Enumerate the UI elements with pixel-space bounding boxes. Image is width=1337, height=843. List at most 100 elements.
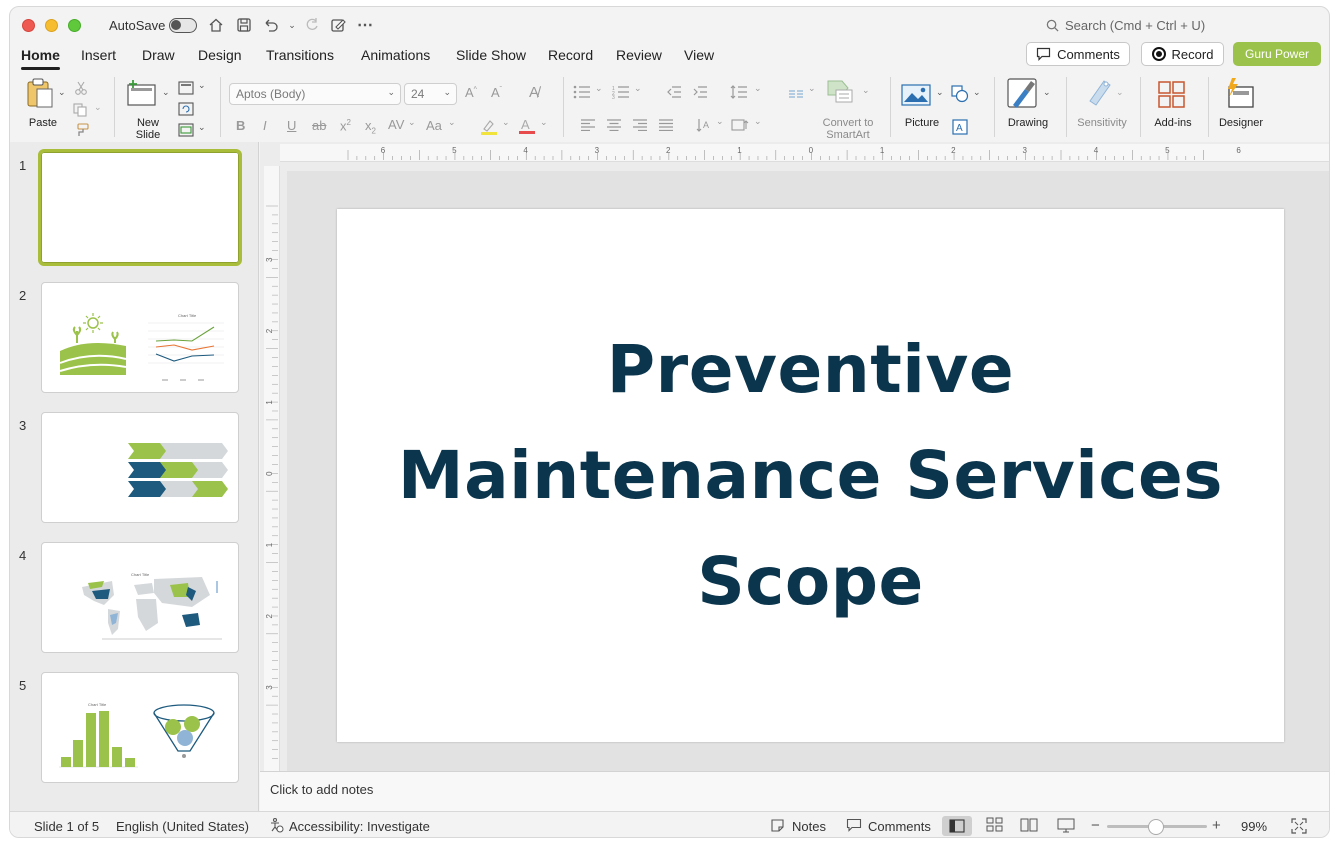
tab-insert[interactable]: Insert — [81, 47, 116, 63]
tab-view[interactable]: View — [684, 47, 714, 63]
accessibility-icon[interactable] — [268, 817, 284, 836]
customize-toolbar-icon[interactable] — [328, 15, 348, 35]
align-left-icon[interactable] — [581, 119, 595, 134]
new-slide-icon[interactable] — [126, 79, 158, 110]
character-spacing-dropdown-icon[interactable]: ⌄ — [408, 117, 416, 128]
picture-dropdown-icon[interactable]: ⌄ — [936, 87, 944, 98]
undo-dropdown-icon[interactable]: ⌄ — [282, 15, 302, 35]
highlight-dropdown-icon[interactable]: ⌄ — [502, 117, 510, 128]
line-spacing-icon[interactable] — [730, 84, 748, 103]
superscript-icon[interactable]: x2 — [340, 118, 351, 133]
convert-smartart-dropdown-icon[interactable]: ⌄ — [862, 85, 870, 96]
tab-home[interactable]: Home — [21, 47, 60, 70]
slide-thumbnail-5[interactable]: Chart Title — [41, 672, 239, 783]
align-text-dropdown-icon[interactable]: ⌄ — [754, 116, 762, 127]
undo-icon[interactable] — [261, 15, 281, 35]
text-direction-dropdown-icon[interactable]: ⌄ — [716, 116, 724, 127]
shapes-icon[interactable] — [951, 85, 969, 106]
tab-draw[interactable]: Draw — [142, 47, 175, 63]
bold-icon[interactable]: B — [236, 118, 245, 133]
subscript-icon[interactable]: x2 — [365, 118, 376, 136]
slide-sorter-icon[interactable] — [986, 817, 1004, 836]
italic-icon[interactable]: I — [263, 118, 267, 133]
notes-button[interactable]: Notes — [792, 819, 826, 834]
character-spacing-icon[interactable]: AV — [388, 117, 404, 132]
font-color-dropdown-icon[interactable]: ⌄ — [540, 117, 548, 128]
normal-view-button[interactable] — [942, 816, 972, 836]
layout-dropdown-icon[interactable]: ⌄ — [198, 80, 206, 91]
tab-animations[interactable]: Animations — [361, 47, 430, 63]
columns-icon[interactable] — [788, 87, 804, 102]
font-name-select[interactable]: Aptos (Body) ⌄ — [229, 83, 401, 105]
bullets-dropdown-icon[interactable]: ⌄ — [595, 83, 603, 94]
section-icon[interactable] — [178, 123, 194, 140]
comments-button[interactable]: Comments — [1026, 42, 1130, 66]
sensitivity-icon[interactable] — [1086, 77, 1114, 110]
paste-icon[interactable] — [25, 77, 55, 112]
slide-1[interactable]: Preventive Maintenance Services Scope — [337, 209, 1284, 742]
zoom-slider-handle[interactable] — [1148, 819, 1164, 835]
justify-icon[interactable] — [659, 119, 673, 134]
copy-dropdown-icon[interactable]: ⌄ — [94, 102, 102, 113]
add-ins-icon[interactable] — [1158, 81, 1186, 112]
numbering-icon[interactable]: 123 — [612, 85, 630, 102]
format-painter-icon[interactable] — [73, 123, 89, 140]
slide-thumbnails-panel[interactable]: 1 2 Chart Title 3 4 Chart Title 5 Chart … — [10, 142, 259, 811]
shapes-dropdown-icon[interactable]: ⌄ — [973, 87, 981, 98]
layout-icon[interactable] — [178, 81, 194, 98]
autosave-toggle[interactable] — [169, 18, 197, 33]
more-options-icon[interactable]: ⋯ — [355, 15, 375, 35]
bullets-icon[interactable] — [573, 85, 591, 102]
tab-design[interactable]: Design — [198, 47, 242, 63]
drawing-dropdown-icon[interactable]: ⌄ — [1043, 87, 1051, 98]
text-box-icon[interactable]: A — [952, 119, 968, 138]
notes-icon[interactable] — [770, 818, 786, 836]
align-right-icon[interactable] — [633, 119, 647, 134]
highlight-color-icon[interactable] — [480, 118, 498, 139]
record-button[interactable]: Record — [1141, 42, 1224, 66]
cut-icon[interactable] — [74, 81, 88, 98]
minimize-window-button[interactable] — [45, 19, 58, 32]
slide-thumbnail-2[interactable]: Chart Title — [41, 282, 239, 393]
convert-smartart-icon[interactable] — [826, 79, 856, 108]
underline-icon[interactable]: U — [287, 118, 296, 133]
font-size-select[interactable]: 24 ⌄ — [404, 83, 457, 105]
change-case-dropdown-icon[interactable]: ⌄ — [448, 117, 456, 128]
slide-thumbnail-4[interactable]: Chart Title — [41, 542, 239, 653]
save-icon[interactable] — [234, 15, 254, 35]
text-direction-icon[interactable]: A — [696, 117, 712, 136]
columns-dropdown-icon[interactable]: ⌄ — [808, 83, 816, 94]
notes-pane[interactable]: Click to add notes — [260, 771, 1329, 811]
picture-icon[interactable] — [901, 83, 931, 110]
section-dropdown-icon[interactable]: ⌄ — [198, 122, 206, 133]
decrease-indent-icon[interactable] — [666, 85, 682, 102]
paste-dropdown-icon[interactable]: ⌄ — [58, 87, 66, 98]
slide-thumbnail-3[interactable] — [41, 412, 239, 523]
close-window-button[interactable] — [22, 19, 35, 32]
comment-icon[interactable] — [846, 818, 862, 836]
tab-record[interactable]: Record — [548, 47, 593, 63]
tab-transitions[interactable]: Transitions — [266, 47, 334, 63]
language-status[interactable]: English (United States) — [116, 819, 249, 834]
increase-indent-icon[interactable] — [692, 85, 708, 102]
designer-icon[interactable] — [1224, 77, 1256, 112]
tab-review[interactable]: Review — [616, 47, 662, 63]
guru-power-button[interactable]: Guru Power — [1233, 42, 1321, 66]
sensitivity-dropdown-icon[interactable]: ⌄ — [1116, 87, 1124, 98]
reading-view-icon[interactable] — [1020, 817, 1038, 836]
copy-icon[interactable] — [73, 103, 89, 120]
new-slide-dropdown-icon[interactable]: ⌄ — [162, 87, 170, 98]
zoom-out-icon[interactable]: − — [1091, 817, 1100, 834]
zoom-level[interactable]: 99% — [1241, 819, 1267, 834]
drawing-icon[interactable] — [1007, 77, 1039, 114]
font-color-icon[interactable]: A — [518, 117, 536, 138]
strikethrough-icon[interactable]: ab — [312, 118, 326, 133]
reset-icon[interactable] — [178, 102, 194, 119]
tab-slide-show[interactable]: Slide Show — [456, 47, 526, 63]
accessibility-status[interactable]: Accessibility: Investigate — [289, 819, 430, 834]
align-text-icon[interactable] — [731, 117, 749, 136]
align-center-icon[interactable] — [607, 119, 621, 134]
numbering-dropdown-icon[interactable]: ⌄ — [634, 83, 642, 94]
home-icon[interactable] — [206, 15, 226, 35]
redo-icon[interactable] — [302, 15, 322, 35]
